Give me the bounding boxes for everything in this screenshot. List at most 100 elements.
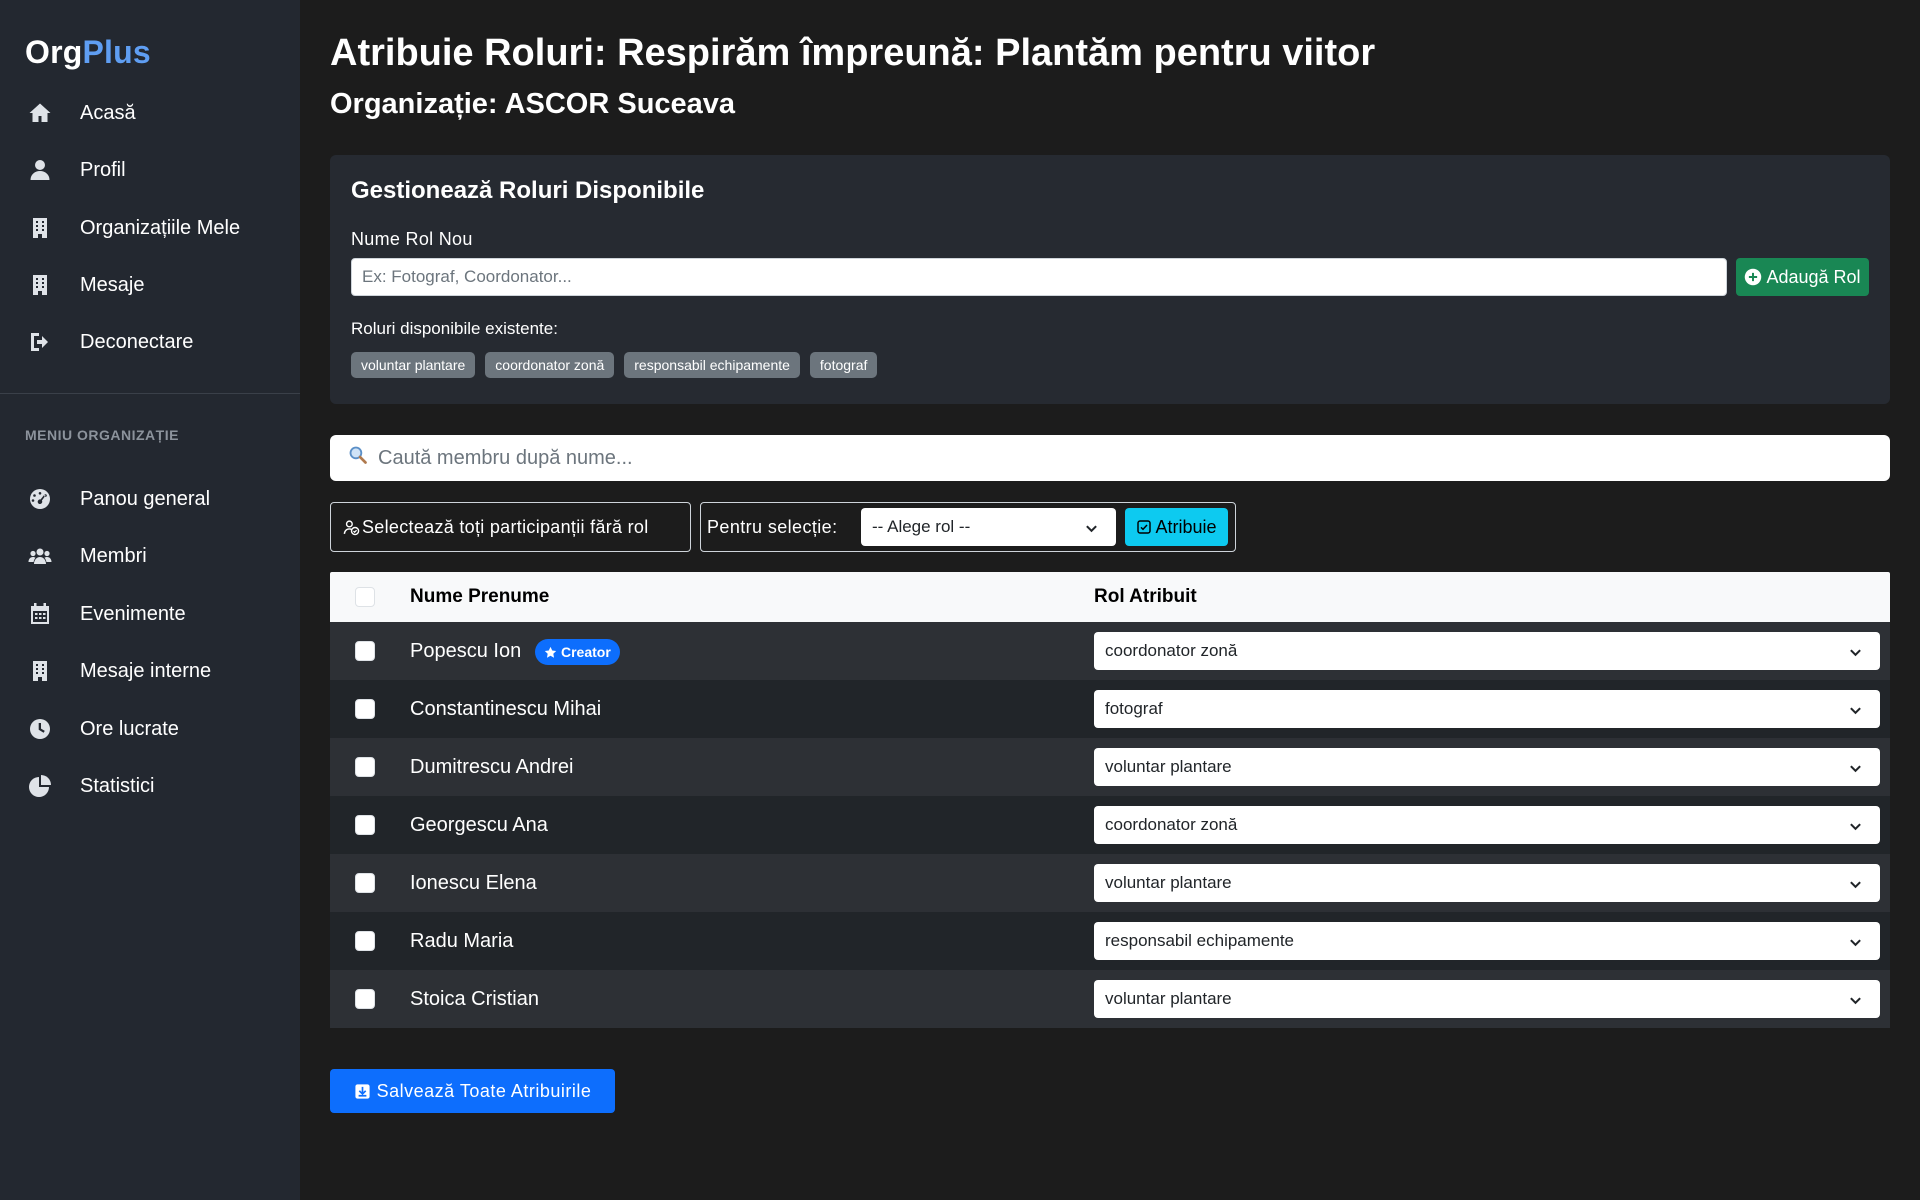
- member-name: Radu Maria: [410, 930, 514, 952]
- row-checkbox[interactable]: [355, 815, 375, 835]
- for-selection-label: Pentru selecție:: [707, 517, 838, 537]
- new-role-label: Nume Rol Nou: [351, 229, 473, 249]
- table-row: Ionescu Elena voluntar plantare: [330, 854, 1890, 912]
- chevron-down-icon: [1085, 520, 1098, 533]
- sidebar-section-title: MENIU ORGANIZAȚIE: [25, 427, 179, 443]
- table-row: Popescu Ion Creator coordonator zonă: [330, 622, 1890, 680]
- select-all-without-role-button[interactable]: Selectează toți participanții fără rol: [330, 502, 691, 552]
- sidebar-item-label: Statistici: [80, 774, 155, 797]
- sidebar-item-statistici[interactable]: Statistici: [0, 761, 300, 811]
- sidebar-item-organizatiile-mele[interactable]: Organizațiile Mele: [0, 203, 300, 253]
- users-icon: [26, 542, 54, 570]
- dashboard-icon: [26, 485, 54, 513]
- members-table: Nume Prenume Rol Atribuit Popescu Ion Cr…: [330, 572, 1890, 1028]
- logo-org-text: Org: [25, 34, 83, 70]
- user-check-icon: [343, 519, 360, 535]
- new-role-input[interactable]: [351, 258, 1727, 296]
- table-row: Stoica Cristian voluntar plantare: [330, 970, 1890, 1028]
- bulk-role-select-value: -- Alege rol --: [872, 517, 971, 536]
- role-select[interactable]: voluntar plantare: [1094, 980, 1880, 1018]
- row-checkbox[interactable]: [355, 931, 375, 951]
- member-name: Ionescu Elena: [410, 872, 537, 894]
- sidebar-item-mesaje-interne[interactable]: Mesaje interne: [0, 646, 300, 696]
- creator-badge-label: Creator: [561, 644, 611, 660]
- home-icon: [26, 99, 54, 127]
- row-checkbox[interactable]: [355, 641, 375, 661]
- role-select-value: coordonator zonă: [1105, 641, 1238, 660]
- role-select[interactable]: voluntar plantare: [1094, 864, 1880, 902]
- member-name: Popescu Ion: [410, 640, 522, 662]
- sidebar-item-panou-general[interactable]: Panou general: [0, 474, 300, 524]
- bulk-role-select[interactable]: -- Alege rol --: [861, 508, 1116, 546]
- select-all-checkbox[interactable]: [355, 587, 375, 607]
- sidebar-item-label: Profil: [80, 158, 126, 181]
- existing-roles-list: voluntar plantare coordonator zonă respo…: [351, 352, 878, 378]
- sidebar-item-membri[interactable]: Membri: [0, 531, 300, 581]
- sidebar-item-label: Evenimente: [80, 602, 186, 625]
- select-all-button-label: Selectează toți participanții fără rol: [362, 516, 649, 537]
- sidebar-divider: [0, 393, 300, 394]
- assign-button-label: Atribuie: [1155, 516, 1217, 537]
- table-row: Dumitrescu Andrei voluntar plantare: [330, 738, 1890, 796]
- role-badge: fotograf: [809, 352, 878, 378]
- chevron-down-icon: [1849, 818, 1862, 831]
- page-title: Atribuie Roluri: Respirăm împreună: Plan…: [330, 32, 1376, 74]
- table-row: Georgescu Ana coordonator zonă: [330, 796, 1890, 854]
- role-badge: voluntar plantare: [351, 352, 476, 378]
- building-icon: [26, 657, 54, 685]
- chevron-down-icon: [1849, 992, 1862, 1005]
- logo-plus-text: Plus: [82, 34, 151, 70]
- sidebar-item-label: Panou general: [80, 487, 211, 510]
- app-logo[interactable]: OrgPlus: [25, 34, 151, 71]
- member-name: Georgescu Ana: [410, 814, 548, 836]
- chevron-down-icon: [1849, 702, 1862, 715]
- member-search-box: [330, 435, 1890, 481]
- role-select-value: voluntar plantare: [1105, 873, 1232, 892]
- chevron-down-icon: [1849, 760, 1862, 773]
- chevron-down-icon: [1849, 876, 1862, 889]
- add-role-button-label: Adaugă Rol: [1766, 266, 1861, 287]
- row-checkbox[interactable]: [355, 989, 375, 1009]
- role-select[interactable]: coordonator zonă: [1094, 806, 1880, 844]
- member-name: Stoica Cristian: [410, 988, 539, 1010]
- add-role-button[interactable]: Adaugă Rol: [1736, 258, 1869, 296]
- role-select[interactable]: coordonator zonă: [1094, 632, 1880, 670]
- role-badge: coordonator zonă: [485, 352, 615, 378]
- table-header: Nume Prenume Rol Atribuit: [330, 572, 1890, 622]
- role-select[interactable]: responsabil echipamente: [1094, 922, 1880, 960]
- bulk-assign-group: Pentru selecție: -- Alege rol -- Atribui…: [700, 502, 1236, 552]
- sidebar-item-evenimente[interactable]: Evenimente: [0, 589, 300, 639]
- table-row: Constantinescu Mihai fotograf: [330, 680, 1890, 738]
- row-checkbox[interactable]: [355, 699, 375, 719]
- user-icon: [26, 156, 54, 184]
- member-search-input[interactable]: [378, 446, 1858, 470]
- existing-roles-label: Roluri disponibile existente:: [351, 319, 558, 338]
- save-all-assignments-button[interactable]: Salvează Toate Atribuirile: [330, 1069, 615, 1113]
- sidebar-item-label: Organizațiile Mele: [80, 216, 241, 239]
- pie-chart-icon: [26, 772, 54, 800]
- logout-icon: [26, 328, 54, 356]
- role-select[interactable]: fotograf: [1094, 690, 1880, 728]
- assign-button[interactable]: Atribuie: [1125, 508, 1228, 546]
- sidebar-item-deconectare[interactable]: Deconectare: [0, 317, 300, 367]
- role-select[interactable]: voluntar plantare: [1094, 748, 1880, 786]
- role-select-value: fotograf: [1105, 699, 1163, 718]
- sidebar-item-label: Membri: [80, 544, 147, 567]
- sidebar-item-ore-lucrate[interactable]: Ore lucrate: [0, 704, 300, 754]
- row-checkbox[interactable]: [355, 757, 375, 777]
- sidebar-item-label: Deconectare: [80, 330, 194, 353]
- save-button-label: Salvează Toate Atribuirile: [376, 1080, 592, 1101]
- sidebar-item-mesaje[interactable]: Mesaje: [0, 260, 300, 310]
- row-checkbox[interactable]: [355, 873, 375, 893]
- clock-icon: [26, 715, 54, 743]
- chevron-down-icon: [1849, 644, 1862, 657]
- chevron-down-icon: [1849, 934, 1862, 947]
- check-square-icon: [1137, 520, 1152, 534]
- sidebar-item-acasa[interactable]: Acasă: [0, 88, 300, 138]
- role-select-value: coordonator zonă: [1105, 815, 1238, 834]
- column-header-role: Rol Atribuit: [1094, 586, 1197, 607]
- sidebar-item-profil[interactable]: Profil: [0, 145, 300, 195]
- calendar-icon: [26, 600, 54, 628]
- member-name: Constantinescu Mihai: [410, 698, 602, 720]
- column-header-name: Nume Prenume: [410, 586, 550, 607]
